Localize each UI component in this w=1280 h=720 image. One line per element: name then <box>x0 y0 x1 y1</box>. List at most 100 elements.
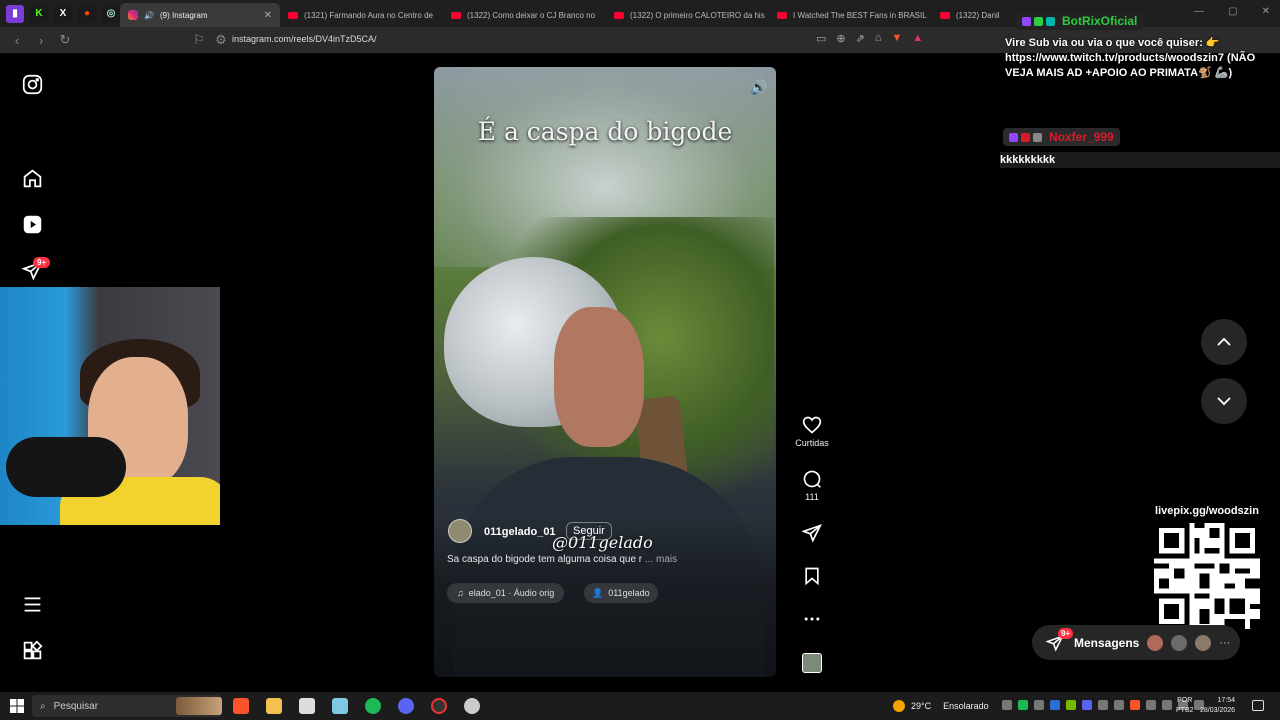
tab-label: I Watched The BEST Fans in BRASIL <box>793 10 927 20</box>
reddit-pinned-tab[interactable]: ● <box>78 4 96 23</box>
sound-on-icon[interactable]: 🔊 <box>750 79 767 96</box>
audio-thumbnail[interactable] <box>802 653 822 673</box>
discord-icon[interactable] <box>398 698 414 714</box>
steam-icon[interactable] <box>1034 700 1044 710</box>
twitch-pinned-tab[interactable]: ▮ <box>6 4 24 23</box>
headset-icon[interactable] <box>1002 700 1012 710</box>
chat-message: Vire Sub via ou via o que você quiser: 👉… <box>1005 37 1256 79</box>
time: 17:54 <box>1217 697 1236 704</box>
avatar <box>1195 634 1212 651</box>
translate-icon[interactable]: ⌂ <box>875 32 882 45</box>
weather-widget[interactable]: 29°C Ensolarado <box>893 700 989 712</box>
bookmark-icon <box>805 567 819 586</box>
notepad-icon[interactable] <box>332 698 348 714</box>
more-apps-icon[interactable] <box>22 640 43 661</box>
discord-tray-icon[interactable] <box>1082 700 1092 710</box>
share-icon[interactable]: ⇗ <box>856 32 865 45</box>
save-button[interactable] <box>790 566 834 586</box>
obs-icon[interactable] <box>431 698 447 714</box>
avatar <box>1171 634 1188 651</box>
cast-icon[interactable]: ▭ <box>816 32 826 45</box>
bluetooth-icon[interactable] <box>1050 700 1060 710</box>
usb-icon[interactable] <box>1114 700 1124 710</box>
brave-rewards-icon[interactable]: ▲ <box>912 32 923 45</box>
qr-code <box>1154 523 1260 629</box>
back-icon[interactable]: ‹ <box>10 33 24 48</box>
search-highlight-image <box>176 697 222 715</box>
zoom-icon[interactable]: ⊕ <box>836 32 845 45</box>
likes-label: Curtidas <box>795 438 829 448</box>
youtube-favicon-icon <box>940 11 950 19</box>
tab-label: (1322) Danil <box>956 10 1000 20</box>
window-close-icon[interactable]: ✕ <box>1262 6 1270 17</box>
twitch-badge-icon <box>1022 16 1031 26</box>
send-icon <box>802 524 822 543</box>
x-pinned-tab[interactable]: X <box>54 4 72 23</box>
tab-instagram[interactable]: 🔊 (9) Instagram ✕ <box>120 3 280 27</box>
clock[interactable]: 17:54 28/03/2026 <box>1200 696 1235 716</box>
brave-tray-icon[interactable] <box>1130 700 1140 710</box>
windows-start-icon[interactable] <box>9 698 25 714</box>
bookmark-icon[interactable]: ⚐ <box>192 32 206 48</box>
youtube-favicon-icon <box>777 11 787 19</box>
url-field[interactable]: instagram.com/reels/DV4inTzD5CA/ <box>232 34 377 44</box>
tab-youtube-2[interactable]: (1322) Como deixar o CJ Branco no <box>443 3 606 27</box>
wifi-icon[interactable] <box>1162 700 1172 710</box>
taskbar-search[interactable]: ⌕ Pesquisar <box>32 695 222 717</box>
audio-pill[interactable]: ♫ elado_01 · Áudio orig <box>447 583 565 603</box>
tab-youtube-3[interactable]: (1322) O primeiro CALOTEIRO da his <box>606 3 769 27</box>
tab-youtube-4[interactable]: I Watched The BEST Fans in BRASIL <box>769 3 932 27</box>
more-options-button[interactable] <box>790 609 834 629</box>
reload-icon[interactable]: ↻ <box>58 32 72 48</box>
like-button[interactable]: Curtidas <box>790 415 834 448</box>
chatgpt-pinned-tab[interactable]: ◎ <box>102 4 120 23</box>
menu-icon[interactable] <box>22 594 43 615</box>
app-icon[interactable] <box>464 698 480 714</box>
chevron-up-icon[interactable] <box>1146 700 1156 710</box>
comment-button[interactable]: 111 <box>790 469 834 502</box>
moderator-badge-icon <box>1034 16 1043 26</box>
ellipsis-icon <box>804 617 820 621</box>
reel-description[interactable]: Sa caspa do bigode tem alguma coisa que … <box>447 554 677 565</box>
brave-browser-icon[interactable] <box>233 698 249 714</box>
brave-shields-icon[interactable]: ▼ <box>892 32 903 45</box>
share-button[interactable] <box>790 523 834 543</box>
capcut-icon[interactable] <box>299 698 315 714</box>
reel-username[interactable]: 011gelado_01 <box>484 526 556 538</box>
tab-youtube-1[interactable]: (1321) Farmando Aura no Centro de <box>280 3 443 27</box>
kick-pinned-tab[interactable]: K <box>30 4 48 23</box>
audio-label: elado_01 · Áudio orig <box>468 588 555 598</box>
reel-video[interactable]: É a caspa do bigode 🔊 011gelado_01 Segui… <box>434 67 776 677</box>
instagram-logo-icon[interactable] <box>22 74 43 95</box>
forward-icon[interactable]: › <box>34 33 48 48</box>
home-icon[interactable] <box>22 168 43 189</box>
spotify-icon[interactable] <box>365 698 381 714</box>
previous-reel-button[interactable] <box>1201 319 1247 365</box>
maximize-icon[interactable]: ▢ <box>1228 6 1237 17</box>
more-link[interactable]: ... mais <box>645 554 677 565</box>
chevron-down-icon <box>1217 397 1231 406</box>
windows-taskbar: ⌕ Pesquisar 29°C Ensolarado POR PTB2 17:… <box>0 692 1280 720</box>
defender-icon[interactable] <box>1098 700 1108 710</box>
reels-icon[interactable] <box>22 214 43 235</box>
nvidia-icon[interactable] <box>1066 700 1076 710</box>
language-indicator[interactable]: POR PTB2 <box>1176 696 1194 716</box>
notifications-icon[interactable] <box>1252 700 1264 711</box>
next-reel-button[interactable] <box>1201 378 1247 424</box>
youtube-favicon-icon <box>288 11 298 19</box>
file-explorer-icon[interactable] <box>266 698 282 714</box>
avatar[interactable] <box>448 519 472 543</box>
more-icon: ··· <box>1219 636 1231 649</box>
person-face <box>554 307 644 447</box>
description-text: Sa caspa do bigode tem alguma coisa que … <box>447 554 643 565</box>
minimize-icon[interactable]: — <box>1194 6 1204 17</box>
tagged-user-pill[interactable]: 👤 011gelado <box>584 583 658 603</box>
comment-icon <box>803 470 821 488</box>
spotify-tray-icon[interactable] <box>1018 700 1028 710</box>
tab-label: (9) Instagram <box>159 10 208 20</box>
site-info-icon[interactable]: ⚙ <box>214 32 228 48</box>
close-tab-icon[interactable]: ✕ <box>264 10 272 21</box>
webcam-overlay <box>0 287 220 525</box>
chat-username: BotRixOficial <box>1062 14 1138 28</box>
tab-youtube-5[interactable]: (1322) Danil <box>932 3 1002 27</box>
